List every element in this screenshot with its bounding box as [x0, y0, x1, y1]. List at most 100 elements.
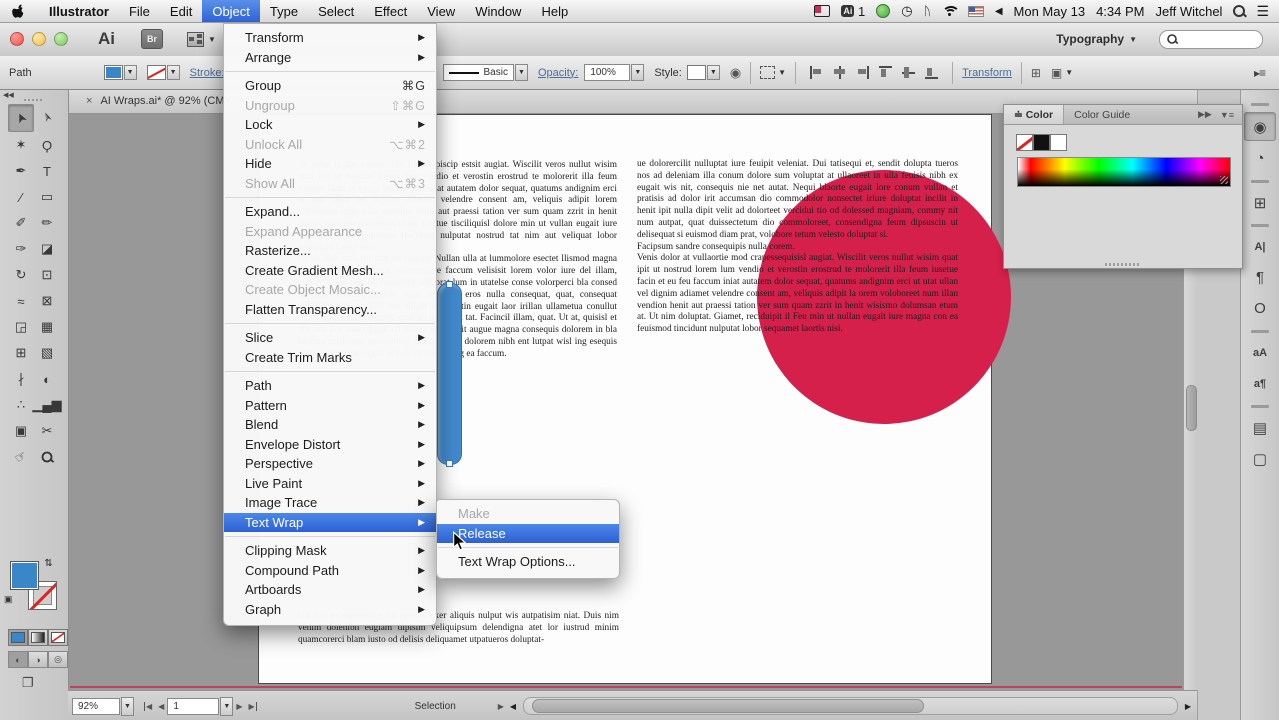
bridge-button[interactable]: Br [141, 29, 163, 49]
menubar-item-object[interactable]: Object [202, 0, 260, 22]
control-panel-menu-icon[interactable]: ▸≡ [1254, 66, 1266, 80]
bluetooth-icon[interactable]: ᚢ [924, 4, 931, 18]
opacity-value-field[interactable]: 100% [584, 64, 631, 81]
blue-rounded-bar-object[interactable] [437, 281, 462, 467]
color-spectrum-bar[interactable] [1017, 157, 1231, 187]
artboard-tool[interactable]: ▣ [8, 418, 34, 444]
sync-status-icon[interactable] [876, 4, 891, 18]
brush-definition-arrow[interactable]: ▼ [514, 64, 528, 81]
draw-inside-button[interactable]: ◎ [48, 651, 68, 668]
screen-mode-button[interactable]: ❐ [22, 675, 34, 691]
notification-center-icon[interactable]: ☰ [1256, 3, 1269, 20]
spectrum-resize-grip[interactable] [1220, 176, 1228, 184]
illustrator-status-icon[interactable]: Ai 1 [841, 4, 865, 19]
align-center-icon[interactable] [832, 66, 847, 79]
draw-normal-button[interactable]: ◐ [8, 651, 28, 668]
menubar-item-type[interactable]: Type [260, 0, 308, 22]
menu-item-text-wrap[interactable]: Text Wrap ▶ [224, 512, 436, 532]
selection-tool[interactable]: ➤ [8, 104, 34, 132]
panel-menu-icon[interactable]: ▼≡ [1220, 110, 1234, 120]
previous-artboard-button[interactable]: ◀ [158, 702, 164, 711]
menu-item-arrange[interactable]: Arrange ▶ [224, 48, 436, 68]
volume-icon[interactable]: ◀ [995, 6, 1003, 17]
document-tab-title[interactable]: AI Wraps.ai* @ 92% (CMY [100, 95, 231, 107]
none-button[interactable] [48, 629, 68, 646]
artboards-panel-icon[interactable]: ▢ [1245, 445, 1275, 472]
zoom-window-button[interactable] [54, 32, 68, 46]
blend-tool[interactable]: ◐ [34, 366, 60, 392]
menubar-item-edit[interactable]: Edit [160, 0, 202, 22]
eraser-tool[interactable]: ◪ [34, 236, 60, 262]
swatches-panel-icon[interactable]: ⊞ [1245, 189, 1275, 216]
menu-item-flatten-transparency[interactable]: Flatten Transparency... [224, 300, 436, 320]
menu-item-compound-path[interactable]: Compound Path ▶ [224, 561, 436, 581]
menu-item-graph[interactable]: Graph ▶ [224, 600, 436, 620]
select-similar-button[interactable]: ▼ [760, 66, 786, 79]
tools-panel-collapse-icon[interactable]: ◀◀ [3, 91, 14, 99]
first-artboard-button[interactable]: ◀ [144, 701, 152, 711]
menubar-item-select[interactable]: Select [308, 0, 364, 22]
stroke-color-dropdown[interactable]: ▼ [166, 65, 180, 80]
wifi-icon[interactable] [941, 5, 960, 17]
menubar-item-window[interactable]: Window [465, 0, 531, 22]
menu-item-group[interactable]: Group ⌘G [224, 76, 436, 96]
paragraph-panel-icon[interactable]: ¶ [1245, 264, 1275, 291]
close-window-button[interactable] [10, 32, 24, 46]
display-menu-icon[interactable] [814, 5, 831, 17]
menu-item-lock[interactable]: Lock ▶ [224, 115, 436, 135]
fill-color-dropdown[interactable]: ▼ [123, 65, 137, 80]
perspective-grid-tool[interactable]: ▦ [34, 314, 60, 340]
menu-item-expand-appearance[interactable]: Expand Appearance [224, 222, 436, 242]
menu-item-image-trace[interactable]: Image Trace ▶ [224, 493, 436, 513]
hscroll-left-arrow[interactable]: ◀ [510, 702, 516, 711]
pen-tool[interactable]: ✒ [8, 158, 34, 184]
lasso-tool[interactable]: Ϙ [34, 132, 60, 158]
default-fill-stroke-icon[interactable]: ▣ [4, 594, 13, 605]
recolor-artwork-icon[interactable]: ▣ ▼ [1051, 66, 1073, 80]
arrange-documents-button[interactable]: ▼ [187, 31, 216, 47]
swap-fill-stroke-icon[interactable]: ⇄ [43, 558, 54, 566]
selection-handle[interactable] [446, 281, 453, 288]
menu-item-pattern[interactable]: Pattern ▶ [224, 396, 436, 416]
vertical-scrollbar-thumb[interactable] [1186, 385, 1197, 431]
hand-tool[interactable]: ☞ [8, 444, 34, 470]
slice-tool[interactable]: ✂ [34, 418, 60, 444]
isolate-selected-object-icon[interactable]: ⊞ [1031, 66, 1041, 80]
workspace-switcher[interactable]: Typography ▼ [1056, 32, 1137, 46]
symbol-sprayer-tool[interactable]: ∴ [8, 392, 34, 418]
menubar-item-illustrator[interactable]: Illustrator [39, 0, 119, 22]
color-guide-panel-icon[interactable]: ◔ [1245, 145, 1275, 172]
pencil-tool[interactable]: ✏ [34, 210, 60, 236]
rotate-tool[interactable]: ↻ [8, 262, 34, 288]
stroke-link[interactable]: Stroke: [190, 67, 225, 79]
white-swatch[interactable] [1050, 134, 1067, 151]
menu-item-perspective[interactable]: Perspective ▶ [224, 454, 436, 474]
tab-close-icon[interactable]: × [86, 95, 92, 107]
scale-tool[interactable]: ⊡ [34, 262, 60, 288]
hscroll-right-arrow[interactable]: ▶ [1185, 702, 1191, 711]
paragraph-styles-panel-icon[interactable]: a¶ [1245, 370, 1275, 397]
opentype-panel-icon[interactable]: O [1245, 295, 1275, 322]
free-transform-tool[interactable]: ⊠ [34, 288, 60, 314]
last-artboard-button[interactable]: ▶ [248, 701, 257, 711]
align-left-icon[interactable] [809, 66, 824, 79]
horizontal-scrollbar-thumb[interactable] [532, 699, 925, 713]
menubar-item-help[interactable]: Help [531, 0, 578, 22]
menu-item-slice[interactable]: Slice ▶ [224, 328, 436, 348]
column-graph-tool[interactable]: ▁▄▆ [32, 392, 61, 418]
menubar-date[interactable]: Mon May 13 [1014, 4, 1086, 19]
align-top-icon[interactable] [878, 66, 893, 79]
panel-resize-handle[interactable] [1105, 263, 1141, 266]
character-panel-icon[interactable]: A| [1245, 233, 1275, 260]
fill-black-swatch[interactable] [1033, 134, 1050, 151]
menu-item-live-paint[interactable]: Live Paint ▶ [224, 474, 436, 494]
menu-item-show-all[interactable]: Show All ⌥⌘3 [224, 174, 436, 194]
menu-item-clipping-mask[interactable]: Clipping Mask ▶ [224, 541, 436, 561]
menubar-item-file[interactable]: File [119, 0, 160, 22]
align-bottom-icon[interactable] [924, 66, 939, 79]
magic-wand-tool[interactable]: ✶ [8, 132, 34, 158]
tab-color[interactable]: ≐ Color [1004, 105, 1065, 124]
opacity-dropdown[interactable]: ▼ [631, 64, 645, 81]
menu-item-create-trim-marks[interactable]: Create Trim Marks [224, 348, 436, 368]
width-tool[interactable]: ≈ [8, 288, 34, 314]
